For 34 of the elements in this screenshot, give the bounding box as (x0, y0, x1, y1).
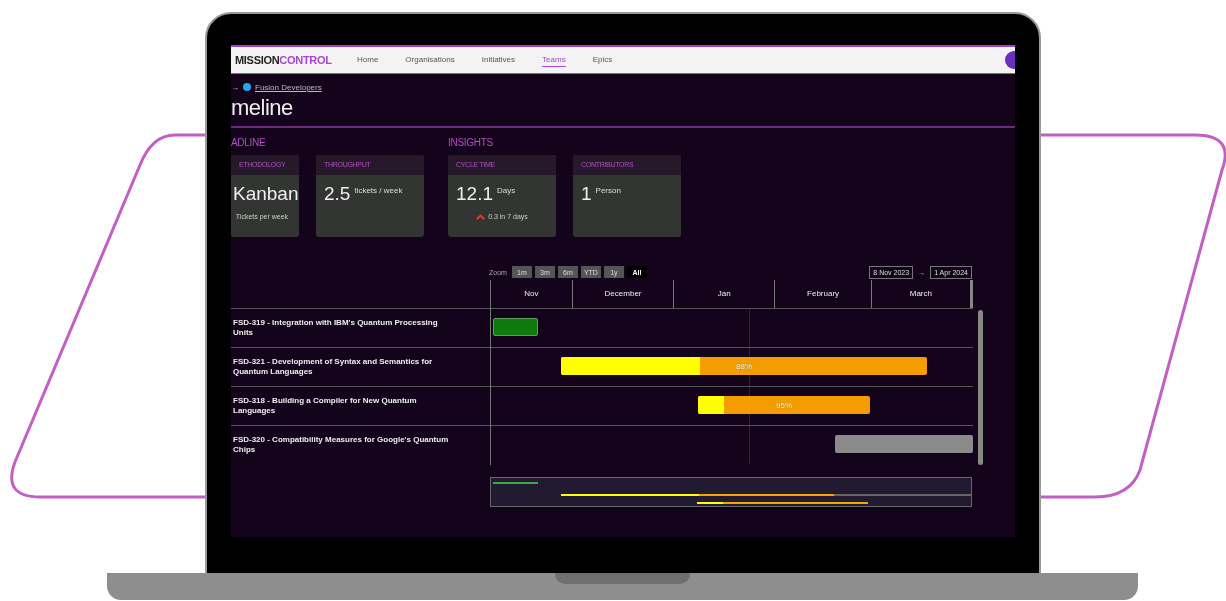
avatar-icon[interactable] (1005, 51, 1015, 69)
metric-unit: tickets / week (354, 186, 403, 195)
month-header: March (871, 280, 973, 308)
nav-tab[interactable]: Home (357, 53, 379, 67)
percent-label: 88% (736, 361, 753, 371)
month-header: Nov (491, 280, 573, 308)
nav-tab[interactable]: Initiatives (481, 53, 516, 67)
task-title[interactable]: FSD-320 - Compatibility Measures for Google's Quantum Chips (233, 434, 453, 456)
brand-logo[interactable]: MISSIONCONTROL (231, 54, 353, 66)
nav-tab[interactable]: Teams (542, 53, 566, 67)
metric-value: Kanban (233, 183, 299, 205)
breadcrumb-link[interactable]: Fusion Developers (255, 82, 322, 92)
month-header: Jan (674, 280, 776, 308)
page-title: meline (231, 95, 294, 121)
task-bar[interactable] (492, 318, 539, 336)
nav-tab[interactable]: Organisations (405, 53, 455, 67)
task-title[interactable]: FSD-319 - Integration with IBM's Quantum Processing Units (233, 317, 453, 339)
section-heading: ADLINE (231, 137, 267, 150)
scrollbar[interactable] (978, 310, 983, 465)
nav-tab[interactable]: Epics (592, 53, 613, 67)
metric-unit: Days (497, 186, 516, 195)
metric-value: 12.1 (456, 183, 493, 205)
navigator-drawing[interactable] (490, 477, 972, 507)
task-title[interactable]: FSD-321 - Development of Syntax and Semantics for Quantum Languages (233, 356, 453, 378)
section-heading: INSIGHTS (448, 137, 494, 150)
back-arrow[interactable]: → (231, 82, 239, 92)
metric-value: 2.5 (324, 183, 351, 205)
month-header: December (572, 280, 675, 308)
task-title[interactable]: FSD-318 - Building a Compiler for New Quantum Languages (233, 395, 453, 417)
team-icon (243, 83, 251, 91)
percent-label: 95% (776, 400, 793, 410)
metric-unit: Person (595, 186, 621, 195)
month-header: February (775, 280, 872, 308)
metric-value: 1 (581, 183, 592, 205)
